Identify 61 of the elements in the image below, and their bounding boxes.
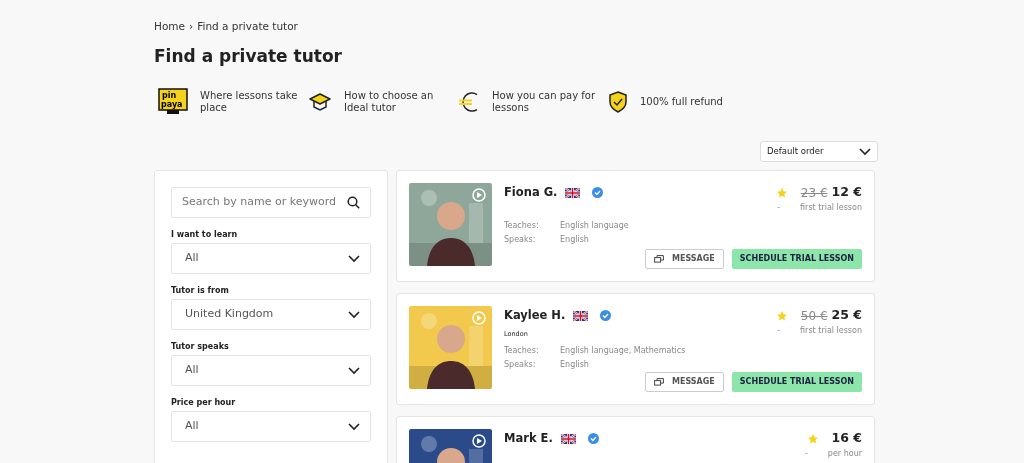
search-icon (347, 196, 360, 210)
filter-label: Price per hour (171, 397, 237, 410)
speaks-label: Speaks: (504, 359, 537, 372)
old-price: 50 € (800, 307, 828, 325)
teaches-text: English language (560, 219, 629, 232)
old-price: 23 € (800, 184, 828, 202)
select-field[interactable]: All (171, 355, 371, 387)
price: 16 € (831, 429, 862, 448)
price: 25 € (831, 306, 862, 325)
chevron-down-icon (348, 422, 360, 431)
schedule-button[interactable]: SCHEDULE TRIAL LESSON (731, 249, 862, 270)
rating-text: - (777, 324, 781, 337)
tutor-name[interactable]: Mark E. (504, 429, 553, 448)
select-field[interactable]: All (171, 411, 371, 443)
filter-label: Tutor is from (171, 285, 230, 298)
chat-icon (654, 254, 664, 264)
feature-link[interactable]: How to choose an Ideal tutor (344, 89, 458, 114)
feature-link[interactable]: 100% full refund (640, 95, 723, 108)
message-button[interactable]: MESSAGE (645, 249, 724, 270)
breadcrumb-link[interactable]: Home (154, 19, 185, 35)
tutor-name[interactable]: Fiona G. (504, 183, 558, 202)
tutor-name[interactable]: Kaylee H. (504, 306, 566, 325)
breadcrumb-link[interactable]: Find a private tutor (197, 19, 298, 35)
price-note: first trial lesson (800, 201, 862, 214)
schedule-button[interactable]: SCHEDULE TRIAL LESSON (731, 372, 862, 393)
chevron-down-icon (859, 147, 871, 156)
teaches-text: English language, Mathematics (560, 345, 686, 358)
teaches-label: Teaches: (504, 345, 540, 358)
speaks-label: Speaks: (504, 233, 537, 246)
select-field[interactable]: All (171, 243, 371, 275)
page-title: Find a private tutor (154, 45, 343, 67)
price: 12 € (831, 183, 862, 202)
chat-icon (654, 377, 664, 387)
filter-label: Tutor speaks (171, 341, 230, 354)
graduation-cap-icon (308, 91, 332, 112)
speaks-text: English (560, 359, 590, 372)
chevron-down-icon (348, 310, 360, 319)
speaks-text: English (560, 233, 590, 246)
select-field[interactable]: United Kingdom (171, 299, 371, 331)
feature-link[interactable]: How you can pay for lessons (492, 89, 608, 114)
chevron-down-icon (348, 254, 360, 263)
search-field[interactable]: Search by name or keyword (171, 187, 371, 219)
feature-link[interactable]: Where lessons take place (200, 89, 308, 114)
filter-label: I want to learn (171, 229, 239, 242)
star-icon (776, 187, 787, 198)
flag-icon (565, 187, 581, 198)
flag-icon (573, 310, 589, 321)
flag-icon (560, 433, 576, 444)
rating-text: - (777, 201, 781, 214)
teaches-label: Teaches: (504, 219, 540, 232)
euro-icon (458, 90, 480, 113)
message-button[interactable]: MESSAGE (645, 372, 724, 393)
star-icon (776, 310, 787, 321)
breadcrumb-separator: › (189, 19, 194, 34)
rating-text: - (804, 447, 808, 460)
price-note: first trial lesson (800, 324, 862, 337)
sort-dropdown[interactable]: Default order (760, 141, 878, 163)
shield-check-icon (608, 90, 628, 113)
chevron-down-icon (348, 366, 360, 375)
star-icon (807, 433, 818, 444)
price-note: per hour (827, 447, 862, 460)
